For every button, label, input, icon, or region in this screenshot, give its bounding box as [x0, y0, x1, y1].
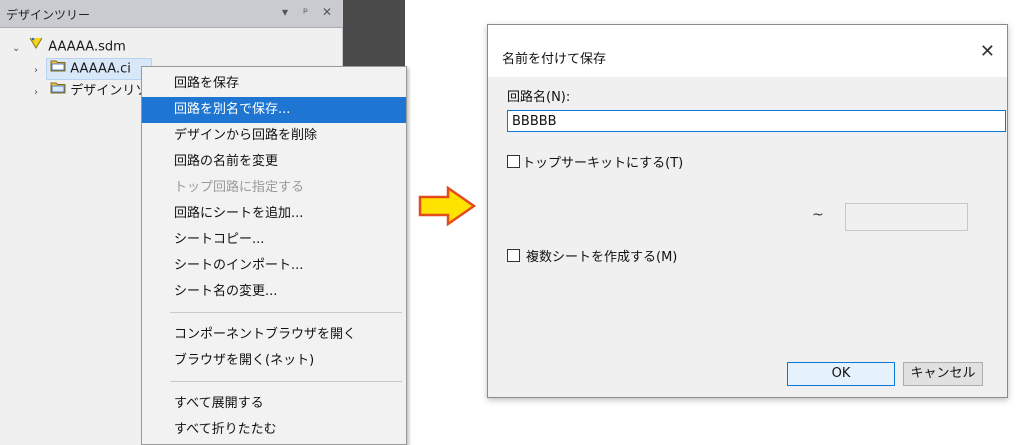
tree-panel-titlebar: デザインツリー ▾ ᵖ ✕: [0, 0, 343, 28]
tree-item-sdm[interactable]: ⌄ AAAAA.sdm: [12, 36, 126, 58]
circuit-name-input[interactable]: [507, 110, 1006, 132]
tree-item-label: AAAAA.sdm: [48, 39, 126, 55]
ok-button[interactable]: OK: [787, 362, 895, 386]
menu-item-open-browser-net[interactable]: ブラウザを開く(ネット): [142, 348, 406, 374]
menu-item-expand-all[interactable]: すべて展開する: [142, 391, 406, 417]
right-arrow-icon: [418, 186, 476, 226]
background-dark-area: [343, 0, 405, 72]
menu-item-delete-circuit[interactable]: デザインから回路を削除: [142, 123, 406, 149]
multi-sheet-label: 複数シートを作成する(M): [526, 250, 678, 265]
tree-item-resources[interactable]: › デザインリソ: [34, 80, 148, 102]
tree-item-circuit[interactable]: › AAAAA.ci: [34, 58, 131, 80]
menu-item-save-circuit[interactable]: 回路を保存: [142, 71, 406, 97]
chevron-right-icon[interactable]: ›: [34, 82, 46, 104]
menu-separator: [170, 381, 402, 382]
menu-separator: [170, 312, 402, 313]
menu-item-collapse-all[interactable]: すべて折りたたむ: [142, 417, 406, 443]
cancel-button[interactable]: キャンセル: [903, 362, 983, 386]
menu-item-set-top-circuit: トップ回路に指定する: [174, 180, 305, 195]
menu-item-import-sheet[interactable]: シートのインポート...: [142, 253, 406, 279]
range-end-input: [845, 203, 968, 231]
folder-icon: [50, 80, 66, 102]
menu-item-copy-sheet[interactable]: シートコピー...: [142, 227, 406, 253]
top-circuit-checkbox[interactable]: [507, 155, 520, 168]
chevron-down-icon[interactable]: ⌄: [12, 38, 24, 60]
dock-pin-icon[interactable]: ᵖ: [303, 5, 308, 19]
design-file-icon: [28, 36, 44, 58]
tree-item-label: デザインリソ: [70, 83, 149, 99]
folder-icon: [50, 58, 66, 80]
menu-item-add-sheet[interactable]: 回路にシートを追加...: [142, 201, 406, 227]
chevron-right-icon[interactable]: ›: [34, 60, 46, 82]
menu-item-open-component-browser[interactable]: コンポーネントブラウザを開く: [142, 322, 406, 348]
menu-item-save-circuit-as[interactable]: 回路を別名で保存...: [142, 97, 406, 123]
tree-item-label: AAAAA.ci: [70, 61, 131, 77]
pin-dropdown-icon[interactable]: ▾: [282, 5, 288, 19]
panel-close-icon[interactable]: ✕: [322, 5, 332, 19]
close-icon[interactable]: ✕: [980, 41, 995, 62]
dialog-title: 名前を付けて保存: [502, 52, 607, 67]
context-menu: 回路を保存 回路を別名で保存... デザインから回路を削除 回路の名前を変更 ト…: [141, 66, 407, 445]
circuit-name-label: 回路名(N):: [507, 90, 571, 105]
range-tilde: ~: [812, 207, 824, 223]
multi-sheet-checkbox[interactable]: [507, 249, 520, 262]
tree-panel-title: デザインツリー: [6, 8, 91, 22]
dialog-body: 回路名(N): トップサーキットにする(T) ~ 複数シートを作成する(M) O…: [488, 77, 1007, 397]
menu-item-rename-circuit[interactable]: 回路の名前を変更: [142, 149, 406, 175]
menu-item-rename-sheet[interactable]: シート名の変更...: [142, 279, 406, 305]
save-as-dialog: 名前を付けて保存 ✕ 回路名(N): トップサーキットにする(T) ~ 複数シー…: [487, 24, 1008, 398]
top-circuit-label: トップサーキットにする(T): [522, 156, 684, 171]
